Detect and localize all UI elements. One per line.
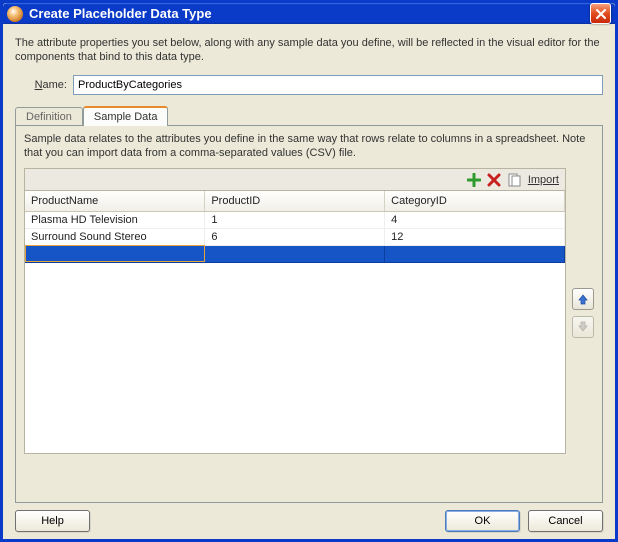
close-icon <box>596 9 606 19</box>
table-cell[interactable]: 4 <box>385 211 565 228</box>
table-cell[interactable] <box>385 245 565 262</box>
table-row[interactable]: Plasma HD Television14 <box>25 211 565 228</box>
arrow-down-icon <box>577 321 589 333</box>
add-row-button[interactable] <box>466 172 482 188</box>
table-cell[interactable]: Surround Sound Stereo <box>25 228 205 245</box>
tab-definition[interactable]: Definition <box>15 107 83 126</box>
sample-data-description: Sample data relates to the attributes yo… <box>24 132 594 161</box>
delete-row-button[interactable] <box>486 172 502 188</box>
tab-sample-data[interactable]: Sample Data <box>83 106 169 126</box>
table-row[interactable]: Surround Sound Stereo612 <box>25 228 565 245</box>
dialog-footer: Help OK Cancel <box>3 509 615 539</box>
titlebar[interactable]: Create Placeholder Data Type <box>3 3 615 24</box>
window-title: Create Placeholder Data Type <box>29 6 212 21</box>
move-row-up-button[interactable] <box>572 288 594 310</box>
plus-icon <box>467 173 481 187</box>
table-cell[interactable]: Plasma HD Television <box>25 211 205 228</box>
table-cell[interactable]: 1 <box>205 211 385 228</box>
intro-text: The attribute properties you set below, … <box>15 36 603 65</box>
tab-panel-sample-data: Sample data relates to the attributes yo… <box>15 125 603 503</box>
move-row-down-button[interactable] <box>572 316 594 338</box>
table-toolbar: Import <box>24 168 566 190</box>
column-header[interactable]: CategoryID <box>385 191 565 211</box>
column-header[interactable]: ProductName <box>25 191 205 211</box>
name-label: Name: <box>15 79 73 91</box>
arrow-up-icon <box>577 293 589 305</box>
close-button[interactable] <box>590 3 611 24</box>
table-cell[interactable]: 12 <box>385 228 565 245</box>
column-header[interactable]: ProductID <box>205 191 385 211</box>
ok-button[interactable]: OK <box>445 510 520 532</box>
sample-data-table[interactable]: ProductName ProductID CategoryID Plasma … <box>24 190 566 454</box>
cancel-button[interactable]: Cancel <box>528 510 603 532</box>
table-cell[interactable] <box>25 245 205 262</box>
name-input[interactable] <box>73 75 603 95</box>
dialog-window: Create Placeholder Data Type The attribu… <box>0 0 618 542</box>
import-link[interactable]: Import <box>526 174 561 186</box>
x-icon <box>487 173 501 187</box>
table-cell[interactable] <box>205 245 385 262</box>
table-row[interactable] <box>25 245 565 262</box>
table-cell[interactable]: 6 <box>205 228 385 245</box>
table-header-row: ProductName ProductID CategoryID <box>25 191 565 211</box>
tabstrip: Definition Sample Data <box>15 105 603 125</box>
help-button[interactable]: Help <box>15 510 90 532</box>
document-icon <box>507 173 521 187</box>
import-icon-button[interactable] <box>506 172 522 188</box>
app-icon <box>7 6 23 22</box>
